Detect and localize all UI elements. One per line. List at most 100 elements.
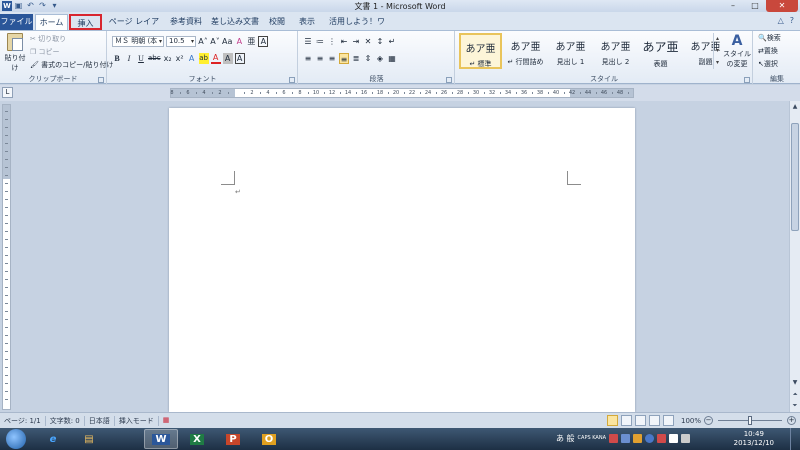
tab-view[interactable]: 表示 [294, 14, 320, 30]
insert-mode[interactable]: 挿入モード [119, 416, 159, 426]
taskbar-excel[interactable]: X [180, 429, 214, 449]
tab-home[interactable]: ホーム [35, 14, 68, 30]
char-border-button[interactable]: A [234, 53, 245, 64]
page-count[interactable]: ページ: 1/1 [4, 416, 46, 426]
select-button[interactable]: ↖選択 [758, 59, 781, 69]
decrease-indent-icon[interactable]: ⇤ [339, 36, 349, 47]
vertical-scrollbar[interactable]: ▲ ▼ ⏶ ⏷ [789, 101, 800, 412]
macro-record-icon[interactable]: ▦ [163, 416, 174, 426]
align-right-icon[interactable]: ≡ [327, 53, 337, 64]
show-marks-icon[interactable]: ↵ [387, 36, 397, 47]
scroll-up-icon[interactable]: ▲ [790, 102, 800, 112]
language-indicator[interactable]: 日本語 [89, 416, 115, 426]
font-name-combo[interactable]: ＭＳ 明朝 (本 [112, 36, 164, 47]
scroll-down-icon[interactable]: ▼ [790, 378, 800, 388]
previous-page-icon[interactable]: ⏶ [790, 390, 800, 400]
vertical-ruler[interactable] [2, 104, 11, 410]
outline-view-button[interactable] [648, 415, 660, 426]
align-left-icon[interactable]: ≡ [303, 53, 313, 64]
zoom-out-button[interactable]: − [704, 416, 713, 425]
tray-icon[interactable] [621, 434, 631, 443]
style-heading-1[interactable]: あア亜 見出し 1 [549, 33, 592, 69]
zoom-in-button[interactable]: + [787, 416, 796, 425]
tab-review[interactable]: 校閲 [264, 14, 290, 30]
find-button[interactable]: 🔍検索 [758, 33, 781, 43]
underline-button[interactable]: U [136, 53, 146, 64]
highlight-button[interactable]: ab [198, 53, 209, 64]
next-page-icon[interactable]: ⏷ [790, 401, 800, 411]
tab-mailings[interactable]: 差し込み文書 [210, 14, 260, 30]
taskbar-clock[interactable]: 10:49 2013/12/10 [734, 430, 774, 448]
font-size-combo[interactable]: 10.5 [166, 36, 196, 47]
zoom-level[interactable]: 100% [681, 417, 701, 425]
shrink-font-button[interactable]: A˅ [210, 36, 220, 47]
tray-icon[interactable] [609, 434, 619, 443]
scroll-thumb[interactable] [791, 123, 799, 231]
caps-kana-indicator[interactable]: CAPS KANA [578, 436, 606, 441]
style-gallery-scroll[interactable]: ▴ ▾ ▾ [713, 33, 721, 69]
asian-layout-icon[interactable]: ✕ [363, 36, 373, 47]
tray-icon[interactable] [633, 434, 643, 443]
print-layout-view-button[interactable] [606, 415, 618, 426]
change-case-button[interactable]: Aa [222, 36, 232, 47]
numbering-icon[interactable]: ≔ [315, 36, 325, 47]
justify-icon[interactable]: ≡ [339, 53, 349, 64]
phonetic-guide-button[interactable]: 亜 [246, 36, 256, 47]
style-no-spacing[interactable]: あア亜 ↵ 行間詰め [504, 33, 547, 69]
dialog-launcher-icon[interactable] [98, 77, 104, 83]
ime-mode[interactable]: あ 般 [556, 433, 575, 444]
grow-font-button[interactable]: A˄ [198, 36, 208, 47]
taskbar-outlook[interactable]: O [252, 429, 286, 449]
change-styles-button[interactable]: A スタイルの変更 [722, 33, 752, 69]
distributed-icon[interactable]: ≣ [351, 53, 361, 64]
copy-button[interactable]: ❐ コピー [30, 47, 113, 57]
format-painter-button[interactable]: 🖌 書式のコピー/貼り付け [30, 60, 113, 70]
network-icon[interactable] [669, 434, 679, 443]
shading-icon[interactable]: ◈ [375, 53, 385, 64]
close-button[interactable]: ✕ [766, 0, 798, 12]
line-spacing-icon[interactable]: ⇕ [363, 53, 373, 64]
draft-view-button[interactable] [662, 415, 674, 426]
superscript-button[interactable]: x² [175, 53, 185, 64]
help-icon[interactable]: ? [790, 16, 794, 25]
web-layout-view-button[interactable] [634, 415, 646, 426]
maximize-button[interactable]: □ [744, 0, 766, 12]
taskbar-explorer[interactable]: ▤ [72, 429, 106, 449]
tab-page-layout[interactable]: ページ レイアウト [106, 14, 162, 41]
font-color-button[interactable]: A [210, 53, 221, 64]
dialog-launcher-icon[interactable] [446, 77, 452, 83]
bullets-icon[interactable]: ☰ [303, 36, 313, 47]
borders-icon[interactable]: ▦ [387, 53, 397, 64]
zoom-slider[interactable] [718, 416, 782, 425]
flag-icon[interactable] [657, 434, 667, 443]
italic-button[interactable]: I [124, 53, 134, 64]
paste-button[interactable]: 貼り付け [3, 33, 27, 73]
tab-addin[interactable]: 活用しよう！ワード [326, 14, 388, 41]
increase-indent-icon[interactable]: ⇥ [351, 36, 361, 47]
clear-format-button[interactable]: A [234, 36, 244, 47]
subscript-button[interactable]: x₂ [163, 53, 173, 64]
word-count[interactable]: 文字数: 0 [50, 416, 85, 426]
tab-file[interactable]: ファイル [0, 14, 33, 30]
horizontal-ruler[interactable]: 8 6 4 2 2 4 6 8 10 12 14 16 18 20 22 24 26 28 30 32 34 36 38 40… [170, 88, 634, 98]
taskbar-word[interactable]: W [144, 429, 178, 449]
char-shading-button[interactable]: A [222, 53, 233, 64]
sort-icon[interactable]: ↕ [375, 36, 385, 47]
start-button[interactable] [6, 429, 26, 449]
style-normal[interactable]: あア亜 ↵ 標準 [459, 33, 502, 69]
cut-button[interactable]: ✂ 切り取り [30, 34, 113, 44]
tab-selector-icon[interactable]: L [2, 87, 13, 98]
tab-insert[interactable]: 挿入 [69, 14, 102, 30]
style-title[interactable]: あア亜 表題 [639, 33, 682, 69]
full-screen-view-button[interactable] [620, 415, 632, 426]
style-heading-2[interactable]: あア亜 見出し 2 [594, 33, 637, 69]
taskbar-internet-explorer[interactable]: e [36, 429, 70, 449]
enclose-char-button[interactable]: A [258, 36, 269, 47]
replace-button[interactable]: ⇄置換 [758, 46, 781, 56]
multilevel-list-icon[interactable]: ⋮ [327, 36, 337, 47]
dialog-launcher-icon[interactable] [744, 77, 750, 83]
zoom-slider-thumb[interactable] [748, 416, 752, 425]
minimize-button[interactable]: – [722, 0, 744, 12]
taskbar-powerpoint[interactable]: P [216, 429, 250, 449]
bold-button[interactable]: B [112, 53, 122, 64]
